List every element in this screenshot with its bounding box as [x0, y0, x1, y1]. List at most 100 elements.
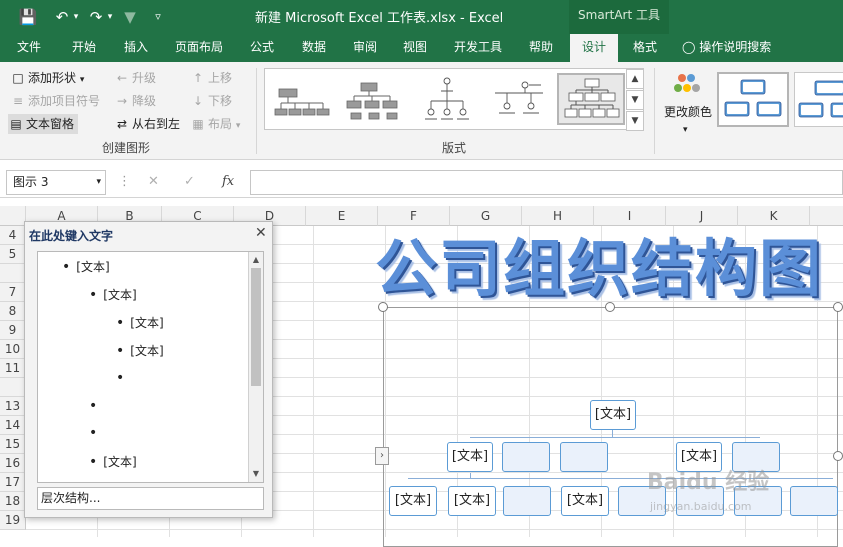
- customize-qat-icon[interactable]: ▿: [148, 7, 168, 27]
- tab-data[interactable]: 数据: [292, 34, 336, 62]
- change-colors-button[interactable]: 更改颜色: [664, 102, 712, 122]
- chevron-down-icon: ▾: [79, 75, 85, 85]
- tab-home[interactable]: 开始: [60, 34, 108, 62]
- promote-button[interactable]: ← 升级: [114, 68, 156, 88]
- text-pane-scrollbar[interactable]: ▲ ▼: [248, 252, 263, 482]
- text-pane-bullet-level3[interactable]: [116, 370, 130, 386]
- scrollbar-thumb[interactable]: [251, 268, 261, 386]
- row-header[interactable]: [0, 378, 26, 397]
- smartart-style-option-1[interactable]: [717, 72, 789, 127]
- close-icon[interactable]: ✕: [255, 225, 267, 241]
- right-to-left-button[interactable]: ⇄ 从右到左: [114, 114, 180, 134]
- tab-developer[interactable]: 开发工具: [446, 34, 510, 62]
- row-header[interactable]: 9: [0, 321, 26, 340]
- column-header-e[interactable]: E: [306, 206, 378, 226]
- text-pane-bullet-level2[interactable]: [文本]: [89, 453, 136, 470]
- gallery-scroll-up-icon[interactable]: ▲: [626, 69, 644, 89]
- layout-option-2[interactable]: [341, 73, 409, 125]
- undo-dropdown-icon[interactable]: ▾: [66, 7, 86, 27]
- add-shape-icon: □: [12, 71, 24, 85]
- smartart-style-option-2[interactable]: [794, 72, 843, 127]
- expand-text-pane-icon[interactable]: ›: [375, 447, 389, 465]
- row-header[interactable]: 13: [0, 397, 26, 416]
- save-icon[interactable]: 💾: [18, 7, 38, 27]
- group-separator: [256, 68, 257, 154]
- resize-handle[interactable]: [378, 302, 388, 312]
- resize-handle[interactable]: [833, 451, 843, 461]
- formula-input[interactable]: [250, 170, 843, 195]
- add-bullet-button[interactable]: ≡ 添加项目符号: [10, 91, 100, 111]
- text-pane-bullet-level3[interactable]: [文本]: [116, 314, 163, 331]
- scroll-up-icon[interactable]: ▲: [250, 254, 262, 266]
- org-node-root[interactable]: [文本]: [585, 395, 636, 430]
- scroll-down-icon[interactable]: ▼: [250, 468, 262, 480]
- name-box[interactable]: 图示 3 ▾: [6, 170, 106, 195]
- layout-option-5-selected[interactable]: [557, 73, 625, 125]
- row-header[interactable]: 11: [0, 359, 26, 378]
- insert-function-icon[interactable]: fx: [222, 174, 234, 189]
- layout-option-1[interactable]: [269, 73, 337, 125]
- row-header[interactable]: 5: [0, 245, 26, 264]
- tell-me-search[interactable]: ◯ 操作说明搜索: [682, 34, 792, 62]
- tab-insert[interactable]: 插入: [114, 34, 158, 62]
- tab-review[interactable]: 审阅: [344, 34, 386, 62]
- tab-design[interactable]: 设计: [570, 34, 618, 62]
- resize-handle[interactable]: [833, 302, 843, 312]
- create-graphic-group-label: 创建图形: [102, 141, 151, 155]
- move-up-button[interactable]: ↑ 上移: [190, 68, 232, 88]
- row-header[interactable]: 18: [0, 492, 26, 511]
- move-down-button[interactable]: ↓ 下移: [190, 91, 232, 111]
- row-header[interactable]: 16: [0, 454, 26, 473]
- select-all-corner[interactable]: [0, 206, 26, 226]
- layout-option-3[interactable]: [413, 73, 481, 125]
- enter-icon[interactable]: ✓: [184, 174, 195, 189]
- org-node[interactable]: [498, 481, 551, 516]
- row-header[interactable]: 19: [0, 511, 26, 530]
- text-pane-label: 文本窗格: [26, 117, 75, 131]
- watermark-url: jingyan.baidu.com: [650, 500, 752, 513]
- redo-dropdown-icon[interactable]: ▾: [100, 7, 120, 27]
- text-pane-bullet-level1[interactable]: [文本]: [62, 258, 109, 275]
- text-pane-bullet-level3[interactable]: [文本]: [116, 342, 163, 359]
- wordart-title[interactable]: 公司组织结构图: [375, 218, 823, 308]
- row-header[interactable]: 10: [0, 340, 26, 359]
- tab-help[interactable]: 帮助: [520, 34, 562, 62]
- row-header[interactable]: 14: [0, 416, 26, 435]
- demote-button[interactable]: → 降级: [114, 91, 156, 111]
- gallery-scroll-down-icon[interactable]: ▼: [626, 90, 644, 110]
- tab-page-layout[interactable]: 页面布局: [168, 34, 230, 62]
- layout-button[interactable]: ▦ 布局 ▾: [190, 114, 240, 134]
- filter-icon[interactable]: ▼: [120, 7, 140, 27]
- tab-file[interactable]: 文件: [6, 34, 52, 62]
- promote-label: 升级: [132, 71, 157, 85]
- org-node[interactable]: [497, 437, 550, 472]
- cancel-icon[interactable]: ✕: [148, 174, 159, 189]
- text-pane-bullet-level2[interactable]: [89, 398, 103, 414]
- layout-option-4[interactable]: [485, 73, 553, 125]
- org-node[interactable]: [785, 481, 838, 516]
- org-node[interactable]: [文本]: [443, 481, 496, 516]
- tab-formulas[interactable]: 公式: [240, 34, 284, 62]
- row-header[interactable]: 7: [0, 283, 26, 302]
- watermark-logo: Baidu 经验: [647, 470, 770, 495]
- resize-handle[interactable]: [605, 302, 615, 312]
- text-pane-button[interactable]: ▤ 文本窗格: [8, 114, 79, 134]
- gallery-more-icon[interactable]: ▼: [626, 111, 644, 131]
- add-shape-button[interactable]: □ 添加形状 ▾: [10, 68, 84, 88]
- tab-format[interactable]: 格式: [624, 34, 666, 62]
- row-header[interactable]: [0, 264, 26, 283]
- org-node[interactable]: [555, 437, 608, 472]
- row-header[interactable]: 8: [0, 302, 26, 321]
- tab-view[interactable]: 视图: [394, 34, 436, 62]
- text-pane-bullet-level2[interactable]: [89, 425, 103, 441]
- row-header[interactable]: 15: [0, 435, 26, 454]
- text-pane-bullet-level2[interactable]: [文本]: [89, 286, 136, 303]
- org-node[interactable]: [文本]: [442, 437, 493, 472]
- row-header[interactable]: 4: [0, 226, 26, 245]
- ribbon-tabs: 文件 开始 插入 页面布局 公式 数据 审阅 视图 开发工具 帮助 设计 格式 …: [0, 34, 843, 62]
- org-node[interactable]: [文本]: [384, 481, 437, 516]
- hierarchy-link[interactable]: 层次结构...: [37, 487, 264, 510]
- row-header[interactable]: 17: [0, 473, 26, 492]
- right-to-left-icon: ⇄: [116, 117, 128, 131]
- org-node[interactable]: [文本]: [556, 481, 609, 516]
